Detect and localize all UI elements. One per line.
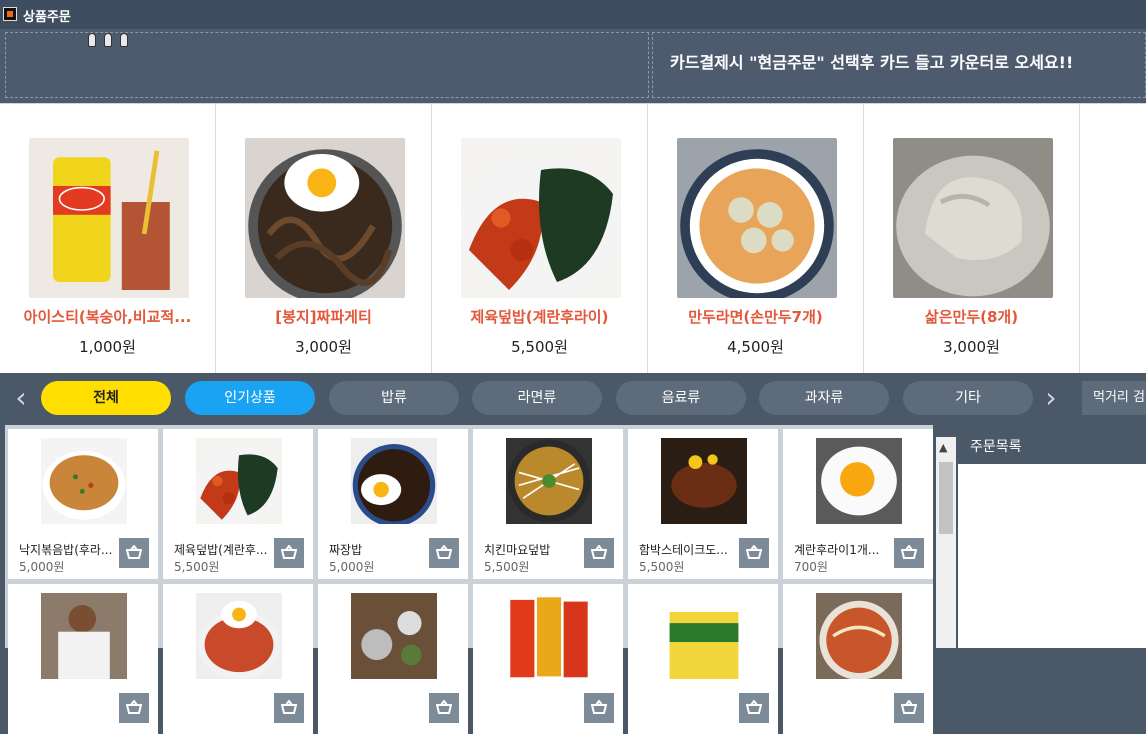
title-bar: 상품주문 <box>0 0 1146 29</box>
scroll-thumb[interactable] <box>939 462 953 534</box>
product-name: 제육덮밥(계란후... <box>174 543 268 557</box>
scroll-up-icon[interactable]: ▲ <box>939 441 947 454</box>
chevron-left-icon[interactable]: ‹ <box>10 383 32 415</box>
add-to-cart-icon[interactable] <box>119 538 149 568</box>
featured-card[interactable]: [봉지]짜파게티 3,000원 <box>216 104 432 374</box>
category-tab[interactable]: 라면류 <box>472 381 602 415</box>
product-price: 5,500원 <box>484 560 530 574</box>
product-card[interactable] <box>473 584 623 734</box>
category-tab[interactable]: 전체 <box>41 381 171 415</box>
product-image <box>351 593 437 679</box>
product-image <box>196 593 282 679</box>
add-to-cart-icon[interactable] <box>429 538 459 568</box>
add-to-cart-icon[interactable] <box>119 693 149 723</box>
add-to-cart-icon[interactable] <box>584 693 614 723</box>
product-card[interactable] <box>163 584 313 734</box>
product-card[interactable]: 낙지볶음밥(후라... 5,000원 <box>8 429 158 579</box>
decor-dots <box>88 33 128 47</box>
product-name: 낙지볶음밥(후라... <box>19 543 113 557</box>
product-card[interactable]: 치킨마요덮밥 5,500원 <box>473 429 623 579</box>
category-tab[interactable]: 기타 <box>903 381 1033 415</box>
category-tab[interactable]: 밥류 <box>329 381 459 415</box>
add-to-cart-icon[interactable] <box>894 693 924 723</box>
category-tab[interactable]: 음료류 <box>616 381 746 415</box>
add-to-cart-icon[interactable] <box>274 538 304 568</box>
featured-card[interactable]: 삶은만두(8개) 3,000원 <box>864 104 1080 374</box>
featured-image <box>29 138 189 298</box>
add-to-cart-icon[interactable] <box>429 693 459 723</box>
product-card[interactable] <box>783 584 933 734</box>
featured-name: 삶은만두(8개) <box>924 308 1019 326</box>
product-image <box>351 438 437 524</box>
notice-text: 카드결제시 "현금주문" 선택후 카드 들고 카운터로 오세요!! <box>670 53 1074 72</box>
order-panel-title: 주문목록 <box>958 428 1146 464</box>
featured-name: 아이스티(복숭아,비교적... <box>23 308 192 326</box>
featured-name: 만두라면(손만두7개) <box>688 308 823 326</box>
product-name: 계란후라이1개... <box>794 543 880 557</box>
product-image <box>661 438 747 524</box>
product-card[interactable]: 함박스테이크도... 5,500원 <box>628 429 778 579</box>
product-card[interactable]: 짜장밥 5,000원 <box>318 429 468 579</box>
featured-name: 제육덮밥(계란후라이) <box>470 308 609 326</box>
product-image <box>41 438 127 524</box>
featured-image <box>677 138 837 298</box>
add-to-cart-icon[interactable] <box>274 693 304 723</box>
product-image <box>816 438 902 524</box>
featured-image <box>245 138 405 298</box>
featured-card[interactable]: 아이스티(복숭아,비교적... 1,000원 <box>0 104 216 374</box>
product-card[interactable]: 제육덮밥(계란후... 5,500원 <box>163 429 313 579</box>
category-tab[interactable]: 과자류 <box>759 381 889 415</box>
product-image <box>41 593 127 679</box>
featured-products: 아이스티(복숭아,비교적... 1,000원 [봉지]짜파게티 3,000원 제… <box>0 103 1146 374</box>
featured-price: 3,000원 <box>943 338 1000 356</box>
add-to-cart-icon[interactable] <box>739 693 769 723</box>
featured-price: 3,000원 <box>295 338 352 356</box>
featured-image <box>461 138 621 298</box>
notice-header: 카드결제시 "현금주문" 선택후 카드 들고 카운터로 오세요!! <box>0 29 1146 103</box>
featured-price: 1,000원 <box>79 338 136 356</box>
banner-panel <box>5 32 649 98</box>
product-price: 5,000원 <box>19 560 65 574</box>
product-card[interactable] <box>8 584 158 734</box>
product-image <box>661 593 747 679</box>
product-price: 5,500원 <box>639 560 685 574</box>
product-card[interactable]: 계란후라이1개... 700원 <box>783 429 933 579</box>
product-price: 700원 <box>794 560 828 574</box>
featured-card[interactable]: 만두라면(손만두7개) 4,500원 <box>648 104 864 374</box>
chevron-right-icon[interactable]: › <box>1040 383 1062 415</box>
category-tab[interactable]: 인기상품 <box>185 381 315 415</box>
app-icon <box>3 7 17 21</box>
product-image <box>506 438 592 524</box>
category-bar: ‹ 전체 인기상품 밥류 라면류 음료류 과자류 기타 › 먹거리 검 <box>0 373 1146 425</box>
add-to-cart-icon[interactable] <box>584 538 614 568</box>
product-name: 짜장밥 <box>329 543 363 557</box>
product-card[interactable] <box>628 584 778 734</box>
product-price: 5,500원 <box>174 560 220 574</box>
product-price: 5,000원 <box>329 560 375 574</box>
product-image <box>196 438 282 524</box>
featured-card[interactable]: 제육덮밥(계란후라이) 5,500원 <box>432 104 648 374</box>
search-input[interactable]: 먹거리 검 <box>1082 381 1146 415</box>
featured-price: 5,500원 <box>511 338 568 356</box>
featured-image <box>893 138 1053 298</box>
product-name: 치킨마요덮밥 <box>484 543 551 557</box>
add-to-cart-icon[interactable] <box>739 538 769 568</box>
product-image <box>816 593 902 679</box>
product-grid: 낙지볶음밥(후라... 5,000원 제육덮밥(계란후... 5,500원 짜장… <box>5 425 933 734</box>
product-card[interactable] <box>318 584 468 734</box>
add-to-cart-icon[interactable] <box>894 538 924 568</box>
featured-price: 4,500원 <box>727 338 784 356</box>
product-image <box>506 593 592 679</box>
order-panel: 주문목록 <box>958 428 1146 648</box>
grid-scrollbar[interactable]: ▲ <box>936 437 956 648</box>
window-title: 상품주문 <box>23 10 71 25</box>
notice-panel: 카드결제시 "현금주문" 선택후 카드 들고 카운터로 오세요!! <box>652 32 1146 98</box>
featured-name: [봉지]짜파게티 <box>275 308 372 326</box>
product-name: 함박스테이크도... <box>639 543 728 557</box>
